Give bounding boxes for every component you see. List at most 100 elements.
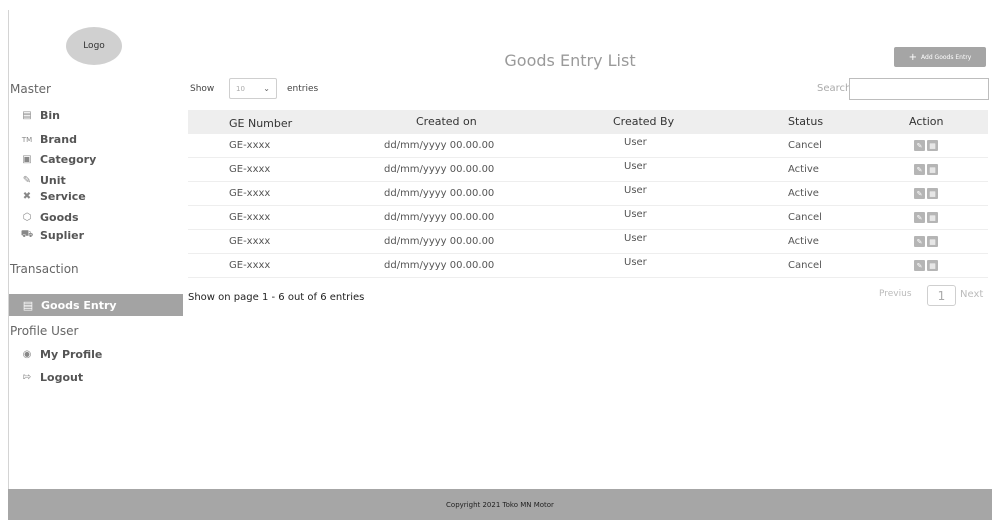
created-by-cell: User [624, 233, 647, 244]
trash-icon[interactable]: ▦ [927, 212, 938, 223]
logo: Logo [66, 27, 122, 65]
table-row: GE-xxxx dd/mm/yyyy 00.00.00 User Cancel … [188, 134, 988, 158]
box-icon: ⬡ [22, 212, 32, 223]
edit-icon[interactable]: ✎ [914, 188, 925, 199]
tools-icon: ✖ [22, 191, 32, 202]
goods-entry-table: GE Number Created on Created By Status A… [188, 110, 988, 278]
ge-number-cell: GE-xxxx [229, 164, 271, 175]
created-by-cell: User [624, 161, 647, 172]
add-goods-entry-label: Add Goods Entry [921, 53, 972, 61]
pagination-summary: Show on page 1 - 6 out of 6 entries [188, 292, 365, 303]
sidebar-item-brand[interactable]: TM Brand [20, 133, 77, 146]
row-actions: ✎ ▦ [914, 164, 938, 175]
clipboard-icon: ▤ [22, 298, 34, 312]
ge-number-cell: GE-xxxx [229, 212, 271, 223]
created-by-cell: User [624, 257, 647, 268]
sidebar-item-goods-entry[interactable]: ▤ Goods Entry [9, 294, 183, 316]
sidebar-item-label: Bin [40, 109, 60, 122]
sidebar-item-suplier[interactable]: ⛟ Suplier [20, 229, 84, 242]
column-header-action: Action [909, 115, 944, 128]
created-by-cell: User [624, 185, 647, 196]
column-header-ge-number[interactable]: GE Number [229, 117, 292, 130]
chevron-down-icon: ⌄ [263, 84, 270, 93]
entries-per-page-select[interactable]: 10 ⌄ [229, 78, 277, 99]
sidebar-item-my-profile[interactable]: ◉ My Profile [20, 348, 103, 361]
page-1-button[interactable]: 1 [927, 285, 956, 306]
search-input[interactable] [849, 78, 989, 100]
sidebar-item-label: Goods Entry [41, 298, 117, 312]
add-goods-entry-button[interactable]: + Add Goods Entry [894, 47, 986, 67]
row-actions: ✎ ▦ [914, 212, 938, 223]
created-by-cell: User [624, 137, 647, 148]
created-on-cell: dd/mm/yyyy 00.00.00 [384, 212, 495, 223]
created-on-cell: dd/mm/yyyy 00.00.00 [384, 164, 495, 175]
section-title-master: Master [10, 82, 51, 96]
created-on-cell: dd/mm/yyyy 00.00.00 [384, 188, 495, 199]
sidebar-item-category[interactable]: ▣ Category [20, 153, 96, 166]
created-by-cell: User [624, 209, 647, 220]
section-title-profile: Profile User [10, 324, 79, 338]
column-header-created-on[interactable]: Created on [416, 115, 477, 128]
footer: Copyright 2021 Toko MN Motor [8, 489, 992, 520]
show-label: Show [190, 84, 215, 94]
row-actions: ✎ ▦ [914, 188, 938, 199]
user-circle-icon: ◉ [22, 349, 32, 360]
previous-page-button[interactable]: Previus [879, 289, 912, 299]
created-on-cell: dd/mm/yyyy 00.00.00 [384, 236, 495, 247]
tm-icon: TM [21, 135, 33, 144]
sidebar-item-label: Goods [40, 211, 79, 224]
row-actions: ✎ ▦ [914, 140, 938, 151]
status-cell: Cancel [788, 140, 822, 151]
sidebar-item-unit[interactable]: ✎ Unit [20, 174, 66, 187]
ge-number-cell: GE-xxxx [229, 140, 271, 151]
sidebar-item-service[interactable]: ✖ Service [20, 190, 86, 203]
section-title-transaction: Transaction [10, 262, 79, 276]
sidebar-item-label: Unit [40, 174, 66, 187]
table-row: GE-xxxx dd/mm/yyyy 00.00.00 User Active … [188, 182, 988, 206]
status-cell: Active [788, 164, 819, 175]
created-on-cell: dd/mm/yyyy 00.00.00 [384, 260, 495, 271]
trash-icon[interactable]: ▦ [927, 188, 938, 199]
plus-icon: + [908, 51, 918, 63]
edit-icon[interactable]: ✎ [914, 260, 925, 271]
table-row: GE-xxxx dd/mm/yyyy 00.00.00 User Cancel … [188, 254, 988, 278]
ge-number-cell: GE-xxxx [229, 188, 271, 199]
table-row: GE-xxxx dd/mm/yyyy 00.00.00 User Active … [188, 158, 988, 182]
logout-icon: ⇰ [22, 372, 32, 383]
edit-icon[interactable]: ✎ [914, 236, 925, 247]
trash-icon[interactable]: ▦ [927, 140, 938, 151]
sidebar-item-logout[interactable]: ⇰ Logout [20, 371, 83, 384]
trash-icon[interactable]: ▦ [927, 164, 938, 175]
edit-icon[interactable]: ✎ [914, 164, 925, 175]
status-cell: Cancel [788, 260, 822, 271]
row-actions: ✎ ▦ [914, 236, 938, 247]
truck-icon: ⛟ [20, 229, 34, 240]
edit-icon[interactable]: ✎ [914, 212, 925, 223]
sidebar-item-label: Brand [40, 133, 77, 146]
ge-number-cell: GE-xxxx [229, 260, 271, 271]
table-row: GE-xxxx dd/mm/yyyy 00.00.00 User Active … [188, 230, 988, 254]
category-icon: ▣ [22, 154, 32, 165]
edit-icon[interactable]: ✎ [914, 140, 925, 151]
column-header-created-by[interactable]: Created By [613, 115, 674, 128]
table-header: GE Number Created on Created By Status A… [188, 110, 988, 134]
sidebar: Logo Master ▤ Bin TM Brand ▣ Category ✎ … [8, 10, 186, 488]
column-header-status[interactable]: Status [788, 115, 823, 128]
entries-label: entries [287, 84, 319, 94]
pencil-icon: ✎ [22, 175, 32, 186]
trash-icon[interactable]: ▦ [927, 260, 938, 271]
sidebar-item-goods[interactable]: ⬡ Goods [20, 211, 79, 224]
status-cell: Active [788, 188, 819, 199]
row-actions: ✎ ▦ [914, 260, 938, 271]
next-page-button[interactable]: Next [960, 289, 983, 300]
ge-number-cell: GE-xxxx [229, 236, 271, 247]
sidebar-item-label: My Profile [40, 348, 103, 361]
table-row: GE-xxxx dd/mm/yyyy 00.00.00 User Cancel … [188, 206, 988, 230]
status-cell: Active [788, 236, 819, 247]
bin-icon: ▤ [22, 110, 32, 121]
page-title: Goods Entry List [504, 51, 636, 70]
sidebar-item-bin[interactable]: ▤ Bin [20, 109, 60, 122]
created-on-cell: dd/mm/yyyy 00.00.00 [384, 140, 495, 151]
sidebar-item-label: Suplier [40, 229, 85, 242]
trash-icon[interactable]: ▦ [927, 236, 938, 247]
